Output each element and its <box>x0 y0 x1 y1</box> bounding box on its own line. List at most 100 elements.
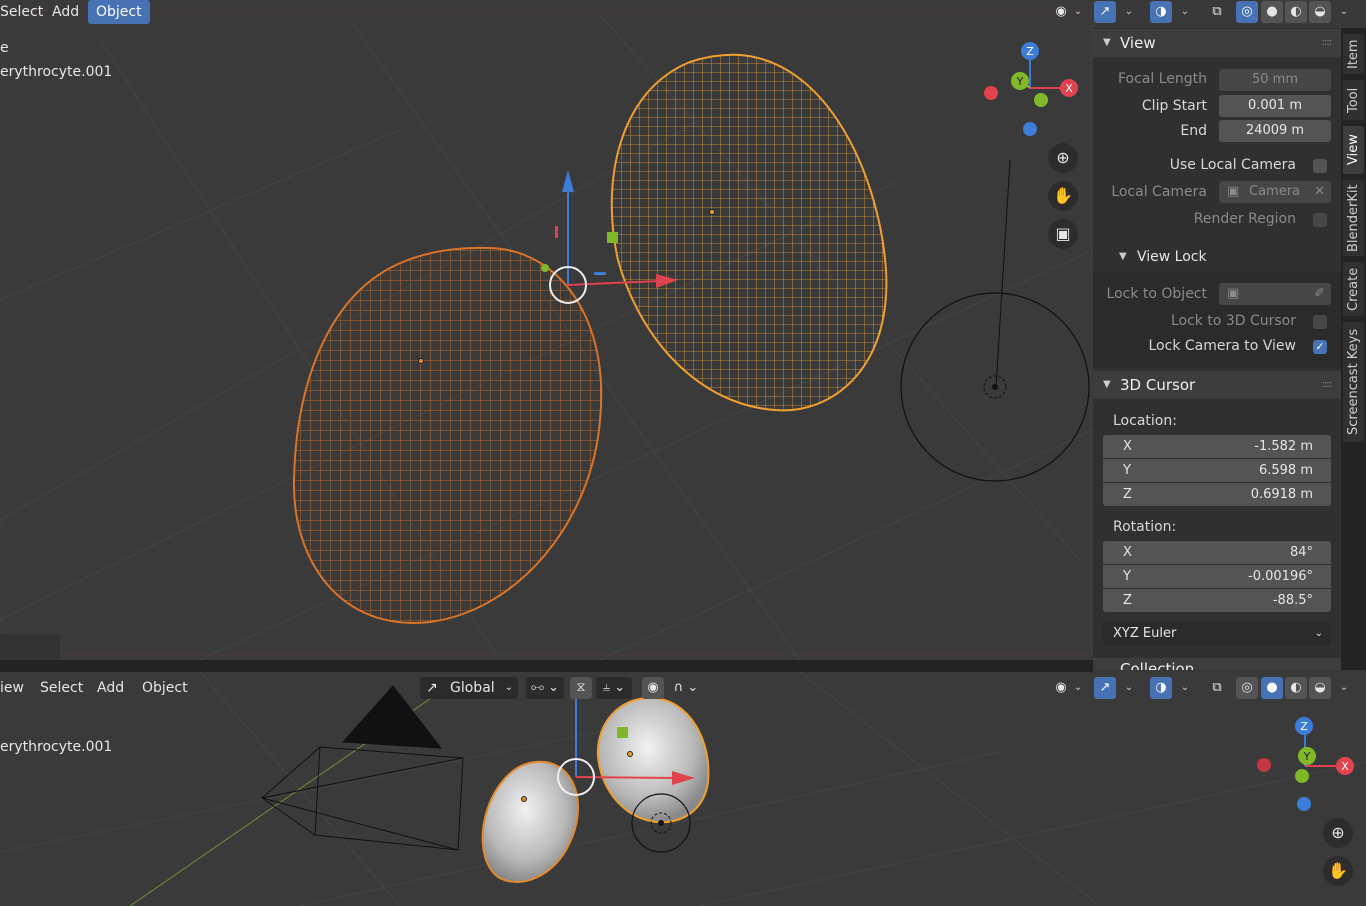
shading-material-icon[interactable]: ◐ <box>1285 677 1307 699</box>
clip-start-field[interactable]: 0.001 m <box>1219 95 1331 117</box>
pan-hand-icon[interactable]: ✋ <box>1048 181 1078 211</box>
orientation-value: Global <box>450 680 495 696</box>
area-divider[interactable] <box>0 660 1093 672</box>
chevron-down-icon[interactable]: ⌄ <box>1338 677 1350 699</box>
axis-value: -0.00196° <box>1248 569 1313 584</box>
view-section-header[interactable]: ▼ View :::: <box>1093 29 1341 57</box>
viewport-info-object: erythrocyte.001 <box>0 739 113 755</box>
view-lock-subheader[interactable]: ▼ View Lock <box>1093 244 1341 270</box>
left-erythrocyte-wireframe <box>292 246 603 624</box>
chevron-down-icon[interactable]: ⌄ <box>1072 1 1084 23</box>
menu-add[interactable]: Add <box>44 0 87 24</box>
proportional-editing-icon[interactable]: ◉ <box>642 677 664 699</box>
bottom-header: iew Select Add Object ↗ Global ⌄ ⧟ ⌄ ⧖ ⫨… <box>0 676 1366 701</box>
axis-label: Z <box>1123 487 1132 502</box>
menu-view[interactable]: iew <box>0 676 32 700</box>
gizmo-toggle-icon[interactable]: ↗ <box>1094 1 1116 23</box>
xray-toggle-icon[interactable]: ⧉ <box>1206 1 1228 23</box>
lock-to-cursor-checkbox[interactable] <box>1313 315 1327 329</box>
location-y-field[interactable]: Y 6.598 m <box>1103 459 1331 482</box>
menu-object[interactable]: Object <box>88 0 150 24</box>
pan-hand-icon[interactable]: ✋ <box>1323 856 1353 886</box>
zoom-icon[interactable]: ⊕ <box>1048 143 1078 173</box>
location-x-field[interactable]: X -1.582 m <box>1103 435 1331 458</box>
lock-camera-to-view-checkbox[interactable]: ✓ <box>1313 340 1327 354</box>
drag-grip-icon[interactable]: :::: <box>1322 29 1333 57</box>
top-3d-viewport[interactable]: Z X Y e erythrocyte.001 ⊕ ✋ ▣ <box>0 0 1093 660</box>
clip-start-label: Clip Start <box>1141 98 1207 114</box>
visibility-eye-icon[interactable]: ◉ <box>1050 677 1072 699</box>
bottom-3d-viewport[interactable]: Z X Y erythrocyte.001 ⊕ ✋ <box>0 672 1366 906</box>
chevron-down-icon[interactable]: ⌄ <box>1179 677 1191 699</box>
local-camera-field[interactable]: ▣ Camera ✕ <box>1219 181 1331 203</box>
snap-target-icon[interactable]: ⫨ ⌄ <box>596 677 632 699</box>
3d-cursor-title: 3D Cursor <box>1120 376 1196 394</box>
tab-create[interactable]: Create <box>1343 262 1364 316</box>
gizmo-toggle-icon[interactable]: ↗ <box>1094 677 1116 699</box>
chevron-down-icon[interactable]: ⌄ <box>1123 677 1135 699</box>
zoom-icon[interactable]: ⊕ <box>1323 818 1353 848</box>
axis-label: X <box>1123 439 1132 454</box>
xray-toggle-icon[interactable]: ⧉ <box>1206 677 1228 699</box>
sidebar-panel: ▼ View :::: Focal Length 50 mm Clip Star… <box>1093 28 1341 670</box>
axis-value: 0.6918 m <box>1250 487 1313 502</box>
clip-end-field[interactable]: 24009 m <box>1219 120 1331 142</box>
clear-x-icon[interactable]: ✕ <box>1314 181 1325 203</box>
disclosure-triangle-icon: ▼ <box>1103 37 1111 48</box>
focal-length-field[interactable]: 50 mm <box>1219 69 1331 91</box>
location-z-field[interactable]: Z 0.6918 m <box>1103 483 1331 506</box>
rotation-y-field[interactable]: Y -0.00196° <box>1103 565 1331 588</box>
tab-screencast-keys[interactable]: Screencast Keys <box>1343 322 1364 442</box>
shading-rendered-icon[interactable]: ◒ <box>1309 677 1331 699</box>
gizmo-y-label: Y <box>1016 75 1024 88</box>
chevron-down-icon: ⌄ <box>504 682 513 693</box>
tab-blenderkit[interactable]: BlenderKit <box>1343 180 1364 256</box>
shading-solid-icon[interactable]: ● <box>1261 1 1283 23</box>
camera-view-icon[interactable]: ▣ <box>1048 219 1078 249</box>
chevron-down-icon[interactable]: ⌄ <box>1123 1 1135 23</box>
camera-object-icon: ▣ <box>1227 184 1240 199</box>
chevron-down-icon[interactable]: ⌄ <box>1179 1 1191 23</box>
tab-view[interactable]: View <box>1343 126 1364 174</box>
rotation-mode-dropdown[interactable]: XYZ Euler ⌄ <box>1103 622 1331 646</box>
view-lock-title: View Lock <box>1137 249 1207 265</box>
snap-icon[interactable]: ⧖ <box>570 677 592 699</box>
lock-to-object-field[interactable]: ▣ ✐ <box>1219 283 1331 305</box>
shading-rendered-icon[interactable]: ◒ <box>1309 1 1331 23</box>
shading-wireframe-icon[interactable]: ◎ <box>1236 677 1258 699</box>
3d-cursor-section-header[interactable]: ▼ 3D Cursor :::: <box>1093 371 1341 399</box>
drag-grip-icon[interactable]: :::: <box>1322 371 1333 399</box>
camera-object <box>261 685 464 851</box>
collection-section-header-partial[interactable]: Collection <box>1093 658 1341 670</box>
menu-select[interactable]: Select <box>32 676 91 700</box>
pivot-point-icon[interactable]: ⧟ ⌄ <box>526 677 564 699</box>
falloff-curve-icon[interactable]: ∩ ⌄ <box>668 677 704 699</box>
chevron-down-icon[interactable]: ⌄ <box>1072 677 1084 699</box>
eyedropper-icon[interactable]: ✐ <box>1314 283 1325 305</box>
clip-end-label: End <box>1180 123 1207 139</box>
shading-material-icon[interactable]: ◐ <box>1285 1 1307 23</box>
menu-add[interactable]: Add <box>89 676 132 700</box>
visibility-eye-icon[interactable]: ◉ <box>1050 1 1072 23</box>
overlays-toggle-icon[interactable]: ◑ <box>1150 1 1172 23</box>
overlays-toggle-icon[interactable]: ◑ <box>1150 677 1172 699</box>
rotation-z-field[interactable]: Z -88.5° <box>1103 589 1331 612</box>
gizmo-x-label: X <box>1341 760 1349 773</box>
collection-title: Collection <box>1120 660 1195 670</box>
lock-camera-to-view-label: Lock Camera to View <box>1148 338 1297 354</box>
use-local-camera-checkbox[interactable] <box>1313 159 1327 173</box>
rotation-x-field[interactable]: X 84° <box>1103 541 1331 564</box>
object-icon: ▣ <box>1227 286 1240 301</box>
gizmo-z-label: Z <box>1300 720 1308 733</box>
chevron-down-icon[interactable]: ⌄ <box>1338 1 1350 23</box>
menu-object[interactable]: Object <box>134 676 196 700</box>
render-region-checkbox[interactable] <box>1313 213 1327 227</box>
shading-solid-icon[interactable]: ● <box>1261 677 1283 699</box>
axis-value: 84° <box>1289 545 1313 560</box>
tab-item[interactable]: Item <box>1343 34 1364 74</box>
shading-wireframe-icon[interactable]: ◎ <box>1236 1 1258 23</box>
top-header: Select Add Object ◉ ⌄ ↗ ⌄ ◑ ⌄ ⧉ ◎ ● ◐ ◒ … <box>0 0 1366 25</box>
transform-orientation-dropdown[interactable]: ↗ Global ⌄ <box>420 677 518 699</box>
lock-to-object-label: Lock to Object <box>1106 286 1207 302</box>
tab-tool[interactable]: Tool <box>1343 80 1364 120</box>
